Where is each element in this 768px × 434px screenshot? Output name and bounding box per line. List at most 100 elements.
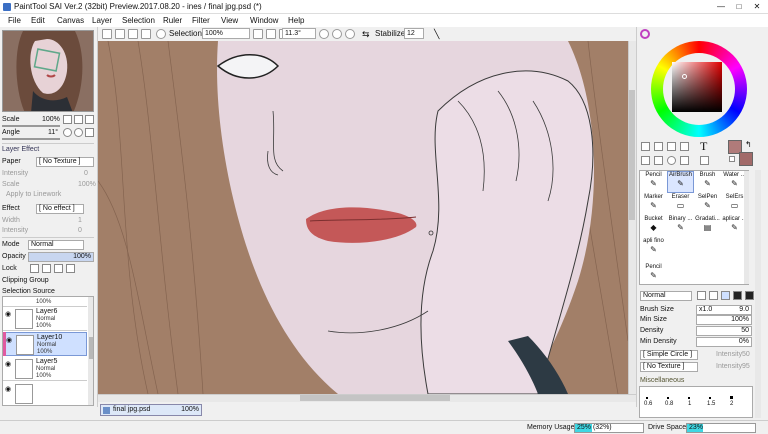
line-tool-icon[interactable]: ╲	[434, 29, 439, 40]
tool-airbrush[interactable]: AirBrush ✎	[667, 171, 694, 193]
opacity-slider[interactable]: 100%	[28, 252, 94, 262]
transparent-color-icon[interactable]	[729, 156, 735, 162]
preset-size[interactable]: 2	[730, 401, 733, 407]
hand-icon[interactable]	[680, 156, 689, 165]
tool-apli-fino[interactable]: apli fino ✎	[640, 237, 667, 259]
menu-layer[interactable]: Layer	[92, 16, 112, 25]
menu-selection[interactable]: Selection	[122, 16, 155, 25]
layer-list[interactable]: 100% ◉ Layer6 Normal 100% ◉ Layer10 Norm…	[2, 296, 94, 406]
flip-icon[interactable]: ⇆	[362, 29, 370, 40]
zoom-in-icon[interactable]	[266, 29, 276, 39]
tool-pencil-2[interactable]: Pencil ✎	[640, 263, 667, 285]
color-picker-cursor[interactable]	[682, 74, 687, 79]
tool-grid-scrollbar[interactable]	[744, 171, 749, 284]
tool-gradation[interactable]: Gradati... ▤	[694, 215, 721, 237]
angle-cw-icon[interactable]	[74, 128, 83, 137]
sub-color-swatch[interactable]	[739, 152, 753, 166]
density-slider[interactable]: 50	[696, 326, 752, 336]
menu-view[interactable]: View	[221, 16, 238, 25]
scale-reset-icon[interactable]	[85, 115, 94, 124]
undo-icon[interactable]	[102, 29, 112, 39]
effect-select[interactable]: [ No effect ]	[36, 204, 84, 214]
menu-ruler[interactable]: Ruler	[163, 16, 182, 25]
shape-icon[interactable]	[680, 142, 689, 151]
lock-alpha-icon[interactable]	[54, 264, 63, 273]
tool-marker[interactable]: Marker ✎	[640, 193, 667, 215]
angle-ccw-icon[interactable]	[63, 128, 72, 137]
lock-pixels-icon[interactable]	[30, 264, 39, 273]
navigator-thumbnail[interactable]	[2, 30, 94, 112]
shape-tip-3-icon[interactable]	[721, 291, 730, 300]
scale-plus-icon[interactable]	[74, 115, 83, 124]
lasso-icon[interactable]	[654, 142, 663, 151]
angle-slider[interactable]	[2, 138, 60, 140]
stabilizer-select[interactable]: 12	[404, 28, 424, 39]
shape-tip-1-icon[interactable]	[697, 291, 706, 300]
lock-move-icon[interactable]	[42, 264, 51, 273]
magic-wand-icon[interactable]	[667, 142, 676, 151]
text-tool-icon[interactable]: T	[700, 139, 707, 154]
eyedropper-icon[interactable]	[700, 156, 709, 165]
select-rect-icon[interactable]	[641, 142, 650, 151]
minimize-button[interactable]: —	[712, 0, 730, 13]
shape-tip-4-icon[interactable]	[733, 291, 742, 300]
layer-scroll-thumb[interactable]	[89, 337, 93, 359]
brush-blend-select[interactable]: Normal	[640, 291, 692, 301]
tool-binary[interactable]: Binary ... ✎	[667, 215, 694, 237]
right-panel-scrollbar[interactable]	[755, 170, 761, 418]
tool-bucket[interactable]: Bucket ◆	[640, 215, 667, 237]
miscellaneous-header[interactable]: Miscellaneous	[640, 377, 684, 384]
layer-item[interactable]: ◉ Layer6 Normal 100%	[3, 307, 87, 331]
paper-select[interactable]: [ No Texture ]	[36, 157, 94, 167]
redo-icon[interactable]	[115, 29, 125, 39]
menu-file[interactable]: File	[8, 16, 21, 25]
preset-size[interactable]: 0.8	[665, 401, 673, 407]
canvas-vertical-scroll-thumb[interactable]	[629, 90, 635, 220]
selection-source-checkbox[interactable]: Selection Source	[2, 288, 55, 295]
rotate-cw-icon[interactable]	[345, 29, 355, 39]
brush-size-slider[interactable]: x1.0 9.0	[696, 305, 752, 315]
tool-eraser[interactable]: Eraser ▭	[667, 193, 694, 215]
scale-minus-icon[interactable]	[63, 115, 72, 124]
saturation-value-square[interactable]	[672, 62, 722, 112]
clipping-group-checkbox[interactable]: Clipping Group	[2, 277, 49, 284]
document-tab[interactable]: final jpg.psd 100%	[100, 404, 202, 416]
eye-icon[interactable]: ◉	[5, 385, 13, 393]
zoom-out-icon[interactable]	[253, 29, 263, 39]
blend-mode-select[interactable]: Normal	[28, 240, 84, 250]
scale-slider[interactable]	[2, 125, 60, 127]
eye-icon[interactable]: ◉	[6, 336, 14, 344]
color-wheel-icon[interactable]	[640, 29, 650, 39]
maximize-button[interactable]: □	[730, 0, 748, 13]
deselect-icon[interactable]	[128, 29, 138, 39]
brush-shape-select[interactable]: [ Simple Circle ]	[640, 350, 698, 360]
min-density-slider[interactable]: 0%	[696, 337, 752, 347]
layer-effect-header[interactable]: Layer Effect	[2, 146, 39, 153]
layer-item[interactable]: 100%	[3, 297, 87, 307]
menu-edit[interactable]: Edit	[31, 16, 45, 25]
menu-canvas[interactable]: Canvas	[57, 16, 84, 25]
layer-item[interactable]: ◉	[3, 382, 87, 405]
close-button[interactable]: ✕	[748, 0, 766, 13]
zoom-tool-icon[interactable]	[654, 156, 663, 165]
preset-size[interactable]: 0.6	[644, 401, 652, 407]
menu-filter[interactable]: Filter	[192, 16, 210, 25]
tool-selpen[interactable]: SelPen ✎	[694, 193, 721, 215]
preset-size[interactable]: 1.5	[707, 401, 715, 407]
drawing-canvas[interactable]	[98, 41, 628, 394]
preset-size[interactable]: 1	[688, 401, 691, 407]
layer-item[interactable]: ◉ Layer5 Normal 100%	[3, 357, 87, 381]
angle-select[interactable]: 11.3°	[282, 28, 316, 39]
canvas-horizontal-scroll-thumb[interactable]	[300, 395, 450, 401]
angle-reset-icon[interactable]	[85, 128, 94, 137]
eye-icon[interactable]: ◉	[5, 310, 13, 318]
tool-pencil[interactable]: Pencil ✎	[640, 171, 667, 193]
show-selection-icon[interactable]	[156, 29, 166, 39]
invert-selection-icon[interactable]	[141, 29, 151, 39]
shape-tip-2-icon[interactable]	[709, 291, 718, 300]
min-size-slider[interactable]: 100%	[696, 315, 752, 325]
menu-help[interactable]: Help	[288, 16, 304, 25]
swap-colors-icon[interactable]: ↰	[745, 140, 752, 149]
rotate-ccw-icon[interactable]	[319, 29, 329, 39]
layer-item-selected[interactable]: ◉ Layer10 Normal 100%	[3, 332, 87, 356]
